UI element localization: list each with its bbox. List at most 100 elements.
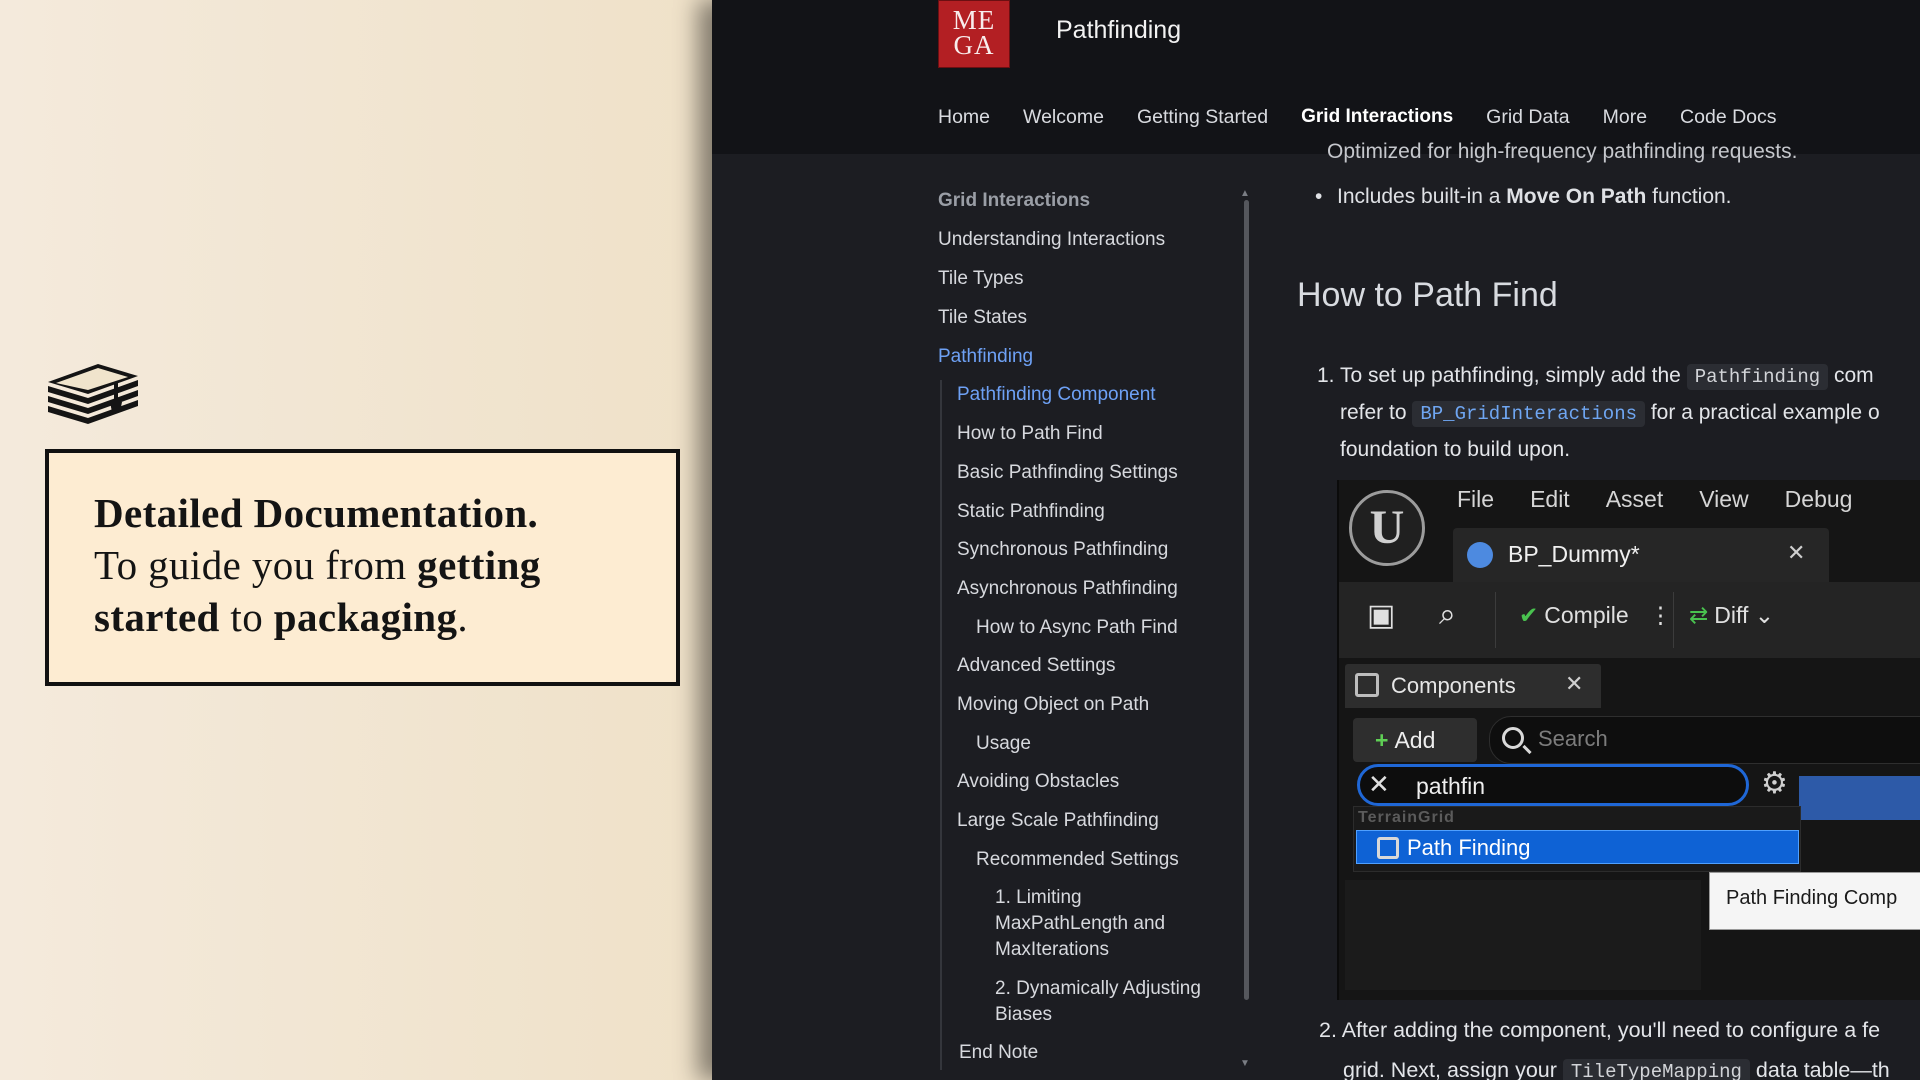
menu-edit: Edit	[1530, 486, 1570, 512]
sidebar-item[interactable]: 2. Dynamically Adjusting	[995, 976, 1201, 1002]
close-icon: ✕	[1565, 671, 1584, 696]
blueprint-icon	[1467, 542, 1493, 568]
nav-home[interactable]: Home	[938, 106, 990, 129]
site-title[interactable]: Pathfinding	[1056, 16, 1181, 45]
sidebar-item[interactable]: How to Path Find	[957, 421, 1103, 447]
bullet-text-bold: Move On Path	[1506, 185, 1647, 208]
toolbar-separator	[1673, 592, 1674, 648]
promo-text-a: To guide you from	[94, 542, 418, 588]
step-2-line-1: 2. After adding the component, you'll ne…	[1319, 1018, 1881, 1042]
editor-toolbar: ▣ ⌕ ✔ Compile ⋮ ⇄ Diff ⌄	[1339, 582, 1920, 658]
step-2-line-2: grid. Next, assign your TileTypeMapping …	[1343, 1058, 1890, 1080]
add-filter-input: ✕ pathfin	[1357, 764, 1749, 806]
sidebar-item-active[interactable]: Pathfinding Component	[957, 382, 1156, 408]
sidebar-item[interactable]: Asynchronous Pathfinding	[957, 576, 1178, 602]
gear-icon: ⚙	[1761, 767, 1788, 800]
step-1-text-c: refer to	[1340, 401, 1413, 424]
search-placeholder: Search	[1538, 726, 1608, 751]
editor-screenshot: U File Edit Asset View Debug BP_Dummy* ✕…	[1337, 480, 1920, 1000]
sidebar-section-title[interactable]: Grid Interactions	[938, 188, 1090, 214]
diff-button: ⇄ Diff ⌄	[1689, 602, 1774, 629]
inline-code-link[interactable]: BP_GridInteractions	[1412, 401, 1646, 427]
sidebar-scrollbar[interactable]	[1244, 200, 1249, 1000]
sidebar-item[interactable]: Biases	[995, 1002, 1052, 1028]
sidebar-item[interactable]: Advanced Settings	[957, 653, 1115, 679]
plus-icon: +	[1375, 727, 1389, 753]
scroll-down-arrow-icon[interactable]: ▼	[1240, 1058, 1250, 1069]
main-content: Optimized for high-frequency pathfinding…	[1297, 0, 1920, 1080]
component-search: Search	[1489, 716, 1920, 764]
step-2-text-a: grid. Next, assign your	[1343, 1058, 1563, 1080]
step-1-line-2: refer to BP_GridInteractions for a pract…	[1340, 394, 1880, 433]
docs-window: ME GA Pathfinding Home Welcome Getting S…	[712, 0, 1920, 1080]
books-icon	[48, 364, 138, 424]
compile-check-icon: ✔	[1519, 602, 1539, 628]
sidebar-item[interactable]: Tile States	[938, 305, 1027, 331]
components-tab: Components ✕	[1345, 664, 1601, 708]
sidebar-item[interactable]: Avoiding Obstacles	[957, 769, 1119, 795]
chevron-down-icon: ⌄	[1754, 602, 1775, 628]
partial-bullet-text: Optimized for high-frequency pathfinding…	[1327, 140, 1798, 163]
nav-getting-started[interactable]: Getting Started	[1137, 106, 1268, 129]
sidebar-item[interactable]: Understanding Interactions	[938, 227, 1165, 253]
diff-label: Diff	[1714, 602, 1749, 628]
bullet-text-a: Includes built-in a	[1337, 185, 1507, 208]
sidebar-item[interactable]: 1. Limiting	[995, 885, 1082, 911]
promo-panel: Detailed Documentation. To guide you fro…	[0, 0, 712, 1080]
menu-file: File	[1457, 486, 1495, 512]
close-icon: ✕	[1787, 540, 1806, 565]
diff-icon: ⇄	[1689, 602, 1709, 628]
sidebar-item[interactable]: Usage	[976, 731, 1031, 757]
site-logo[interactable]: ME GA	[938, 0, 1010, 68]
components-label: Components	[1391, 673, 1516, 698]
nav-welcome[interactable]: Welcome	[1023, 106, 1104, 129]
sidebar-item[interactable]: Static Pathfinding	[957, 499, 1105, 525]
unreal-logo-icon: U	[1349, 490, 1425, 566]
add-component-button: + Add	[1353, 718, 1477, 762]
sidebar-item[interactable]: Moving Object on Path	[957, 692, 1149, 718]
logo-text-bottom: GA	[953, 30, 995, 60]
sidebar-item[interactable]: Large Scale Pathfinding	[957, 808, 1159, 834]
blueprint-tab: BP_Dummy* ✕	[1453, 528, 1829, 582]
sidebar-item[interactable]: Basic Pathfinding Settings	[957, 460, 1178, 486]
result-category: TerrainGrid	[1358, 809, 1455, 826]
clear-icon: ✕	[1368, 769, 1390, 799]
promo-bold-getting: getting	[417, 542, 541, 588]
sidebar-item[interactable]: MaxIterations	[995, 937, 1109, 963]
step-2-text-b: data table—th	[1749, 1058, 1890, 1080]
result-label: Path Finding	[1407, 835, 1531, 860]
tooltip: Path Finding Comp	[1709, 872, 1920, 930]
sidebar-item[interactable]: Tile Types	[938, 266, 1024, 292]
sidebar-indent-guide	[940, 380, 942, 1070]
sidebar-item[interactable]: Synchronous Pathfinding	[957, 537, 1168, 563]
inline-code: TileTypeMapping	[1562, 1059, 1750, 1080]
step-1-text-b: com	[1828, 364, 1874, 387]
sidebar-item[interactable]: Recommended Settings	[976, 847, 1179, 873]
blueprint-tab-label: BP_Dummy*	[1508, 541, 1640, 567]
sidebar-item[interactable]: MaxPathLength and	[995, 911, 1165, 937]
step-1-line-1: 1. To set up pathfinding, simply add the…	[1317, 357, 1874, 396]
more-options-icon: ⋮	[1649, 602, 1672, 628]
step-1-text-d: for a practical example o	[1645, 401, 1880, 424]
sidebar-item[interactable]: How to Async Path Find	[976, 615, 1178, 641]
step-1-number: 1.	[1317, 364, 1335, 387]
menu-view: View	[1699, 486, 1749, 512]
toolbar-separator	[1495, 592, 1496, 648]
editor-menu-bar: File Edit Asset View Debug	[1457, 486, 1888, 513]
selection-highlight	[1799, 776, 1920, 820]
step-1-text-a: To set up pathfinding, simply add the	[1339, 364, 1687, 387]
bullet-item: Includes built-in a Move On Path functio…	[1315, 185, 1732, 209]
menu-asset: Asset	[1605, 486, 1664, 512]
filter-value: pathfin	[1416, 773, 1486, 799]
sidebar-item-pathfinding[interactable]: Pathfinding	[938, 344, 1033, 370]
section-heading: How to Path Find	[1297, 276, 1558, 314]
component-icon	[1355, 673, 1379, 697]
bullet-text-b: function.	[1646, 185, 1732, 208]
sidebar-item[interactable]: End Note	[959, 1040, 1038, 1066]
component-icon	[1377, 837, 1399, 859]
scroll-up-arrow-icon[interactable]: ▲	[1240, 188, 1250, 199]
components-panel-body	[1345, 880, 1701, 990]
menu-debug: Debug	[1784, 486, 1853, 512]
promo-text-c: .	[457, 594, 469, 640]
promo-headline: Detailed Documentation.	[94, 490, 539, 536]
